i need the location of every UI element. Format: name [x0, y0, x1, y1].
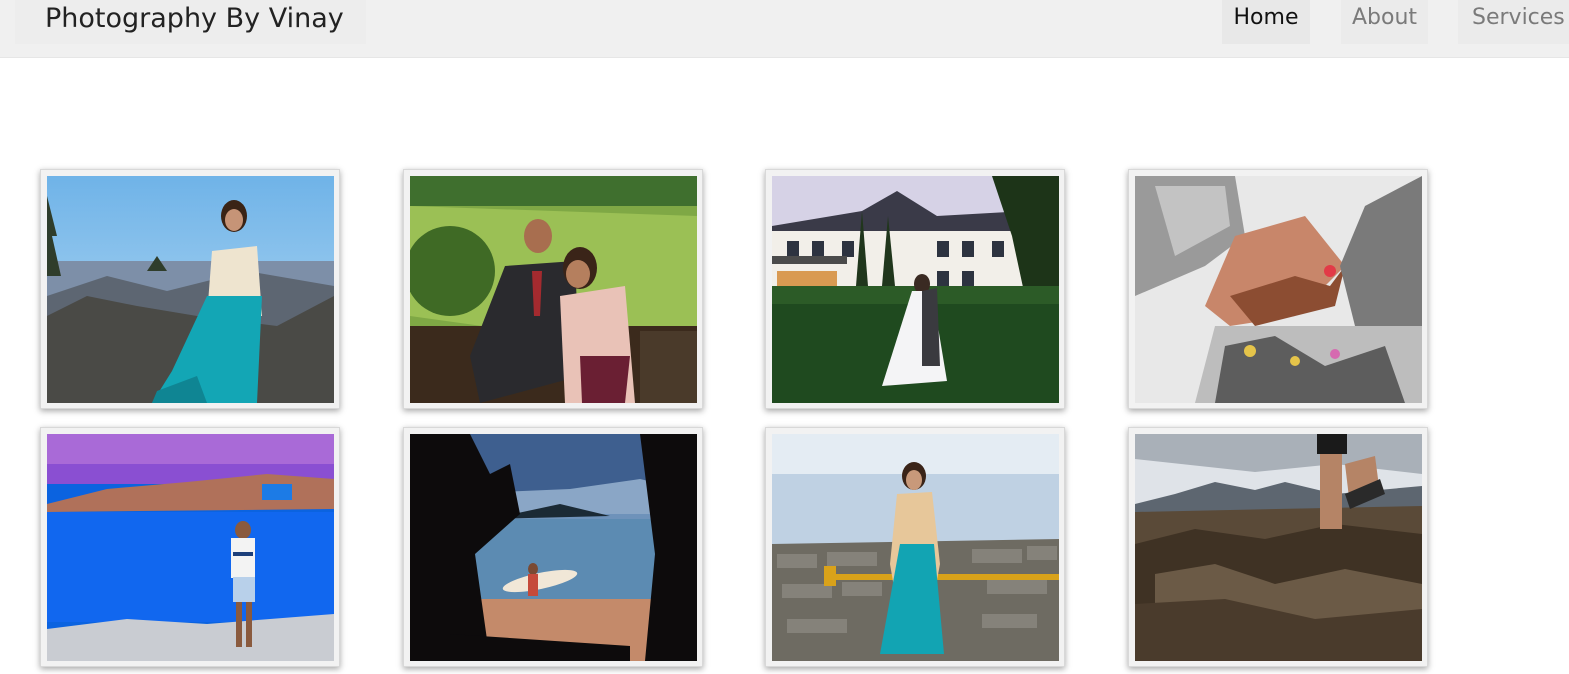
gallery-tile-couple-bench[interactable] — [403, 169, 703, 409]
gallery-tile-wedding-mansion[interactable] — [765, 169, 1065, 409]
photo-woman-wall — [772, 434, 1059, 661]
nav-about-link[interactable]: About — [1341, 0, 1428, 44]
photo-runner-rocks — [1135, 434, 1422, 661]
gallery-tile-henna-foot[interactable] — [1128, 169, 1428, 409]
photo-wedding-mansion — [772, 176, 1059, 403]
photo-surfer-tree — [410, 434, 697, 661]
photo-couple-bench — [410, 176, 697, 403]
gallery-tile-woman-wall[interactable] — [765, 427, 1065, 667]
photo-woman-mountain — [47, 176, 334, 403]
photo-henna-foot — [1135, 176, 1422, 403]
gallery-tile-woman-mountain[interactable] — [40, 169, 340, 409]
photo-man-sea — [47, 434, 334, 661]
nav-services-link[interactable]: Services — [1458, 0, 1569, 44]
gallery-tile-man-sea[interactable] — [40, 427, 340, 667]
nav-home-link[interactable]: Home — [1222, 0, 1310, 44]
gallery-tile-runner-rocks[interactable] — [1128, 427, 1428, 667]
navbar: Photography By Vinay Home About Services — [0, 0, 1569, 58]
gallery-tile-surfer-tree[interactable] — [403, 427, 703, 667]
brand-title[interactable]: Photography By Vinay — [15, 0, 366, 44]
